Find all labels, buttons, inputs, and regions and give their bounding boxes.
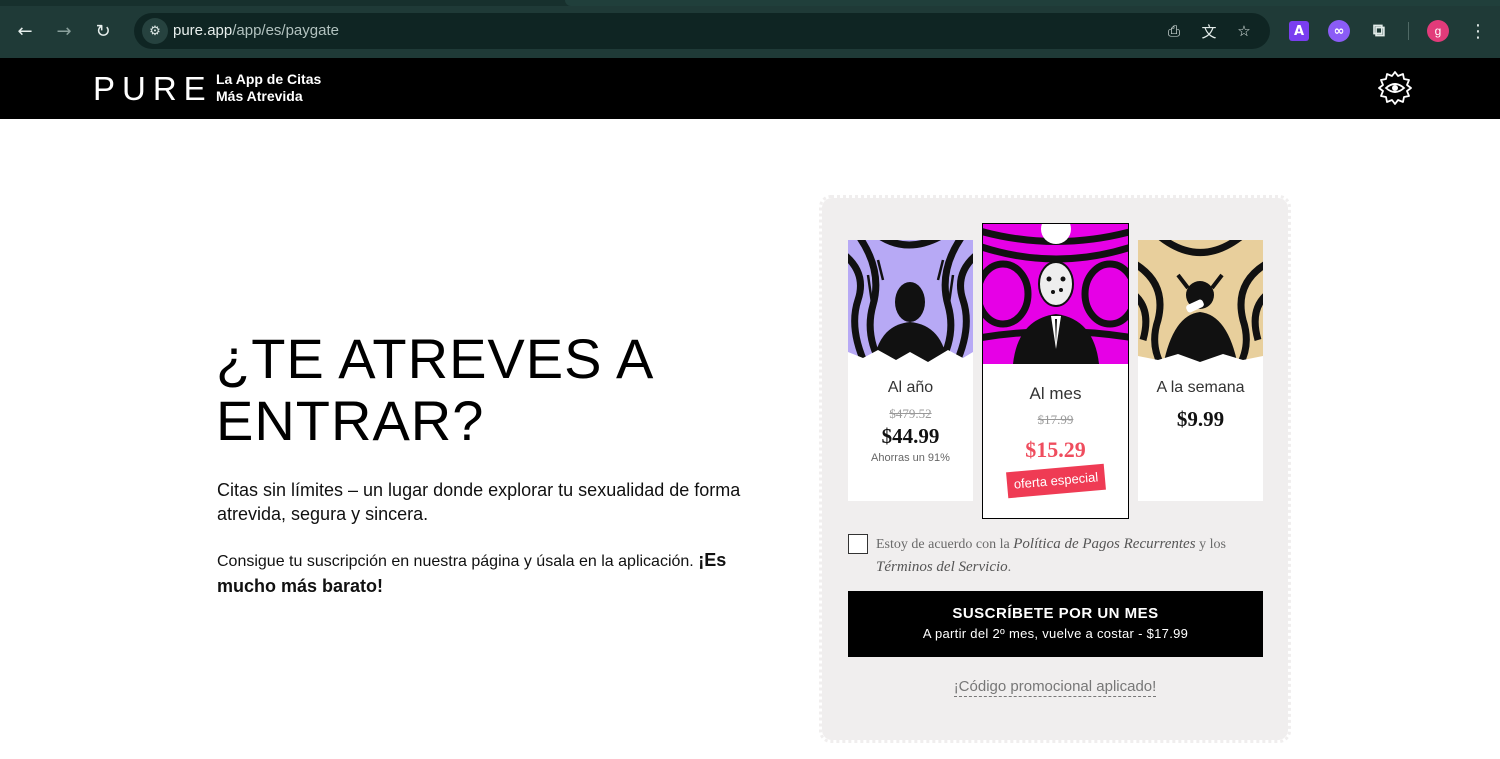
terms-text: Estoy de acuerdo con la Política de Pago… (876, 533, 1276, 579)
plan-weekly-name: A la semana (1156, 379, 1245, 396)
site-header: PURE La App de Citas Más Atrevida (0, 58, 1500, 119)
plan-monthly-old-price: $17.99 (1037, 412, 1074, 427)
tab-strip (0, 0, 1500, 6)
extension-link-icon[interactable]: ∞ (1328, 20, 1350, 42)
url-text[interactable]: pure.app/app/es/paygate (173, 22, 339, 39)
site-info-icon[interactable]: ⚙ (142, 18, 168, 44)
plan-yearly-illustration (848, 240, 973, 366)
terms-checkbox[interactable] (848, 534, 868, 554)
forward-button[interactable]: → (52, 19, 76, 43)
special-offer-badge: oferta especial (1006, 463, 1106, 499)
tagline-line1: La App de Citas (216, 71, 322, 87)
plan-card-monthly[interactable]: Al mes $17.99 $15.29 oferta especial (982, 223, 1129, 519)
browser-menu-icon[interactable]: ⋮ (1468, 19, 1488, 43)
plan-yearly-price: $44.99 (881, 424, 940, 448)
subscribe-button[interactable]: SUSCRÍBETE POR UN MES A partir del 2º me… (848, 591, 1263, 657)
address-bar[interactable]: ⚙ pure.app/app/es/paygate ⎙ 文 ☆ (134, 13, 1270, 49)
pricing-panel: Al año $479.52 $44.99 Ahorras un 91% Al … (819, 195, 1291, 743)
pure-logo[interactable]: PURE (93, 70, 213, 108)
reload-button[interactable]: ↻ (91, 19, 115, 43)
subscribe-title: SUSCRÍBETE POR UN MES (952, 605, 1159, 622)
hero-cta-text: Consigue tu suscripción en nuestra págin… (217, 553, 694, 570)
plan-yearly-savings: Ahorras un 91% (871, 452, 950, 464)
plan-monthly-price: $15.29 (1025, 437, 1086, 462)
profile-avatar[interactable]: g (1427, 20, 1449, 42)
plan-weekly-illustration (1138, 240, 1263, 366)
settings-eye-gear-icon[interactable] (1377, 70, 1413, 106)
terms-suffix: . (1007, 560, 1012, 575)
url-host: pure.app (173, 22, 233, 39)
hero-cta: Consigue tu suscripción en nuestra págin… (217, 548, 757, 600)
install-app-icon[interactable]: ⎙ (1164, 21, 1184, 41)
promo-code-text: ¡Código promocional aplicado! (953, 678, 1157, 697)
recurring-payments-policy-link[interactable]: Política de Pagos Recurrentes (1013, 536, 1195, 552)
browser-toolbar: ← → ↻ ⚙ pure.app/app/es/paygate ⎙ 文 ☆ A … (0, 0, 1500, 58)
bookmark-star-icon[interactable]: ☆ (1234, 21, 1254, 41)
plan-monthly-name: Al mes (1029, 384, 1082, 403)
plan-monthly-illustration (983, 224, 1128, 364)
toolbar-divider (1408, 22, 1409, 40)
terms-prefix: Estoy de acuerdo con la (876, 537, 1010, 552)
extension-a-icon[interactable]: A (1289, 21, 1309, 41)
translate-icon[interactable]: 文 (1199, 21, 1219, 41)
plan-card-weekly[interactable]: A la semana $9.99 (1138, 240, 1263, 501)
plan-weekly-price: $9.99 (1176, 407, 1225, 431)
header-tagline: La App de Citas Más Atrevida (216, 71, 321, 105)
promo-code-link[interactable]: ¡Código promocional aplicado! (822, 678, 1288, 697)
url-path: /app/es/paygate (232, 22, 339, 39)
subscribe-subtitle: A partir del 2º mes, vuelve a costar - $… (922, 626, 1189, 641)
hero-description: Citas sin límites – un lugar donde explo… (217, 480, 741, 524)
plan-yearly-old-price: $479.52 (889, 406, 932, 421)
tagline-line2: Más Atrevida (216, 88, 303, 104)
hero-title: ¿TE ATREVES A ENTRAR? (216, 327, 652, 452)
terms-of-service-link[interactable]: Términos del Servicio (876, 559, 1008, 575)
tab-edge (565, 0, 1500, 6)
terms-middle: y los (1199, 537, 1226, 552)
plan-yearly-name: Al año (887, 379, 934, 396)
plan-card-yearly[interactable]: Al año $479.52 $44.99 Ahorras un 91% (848, 240, 973, 501)
back-button[interactable]: ← (13, 19, 37, 43)
extensions-puzzle-icon[interactable]: ⧉ (1368, 20, 1390, 42)
